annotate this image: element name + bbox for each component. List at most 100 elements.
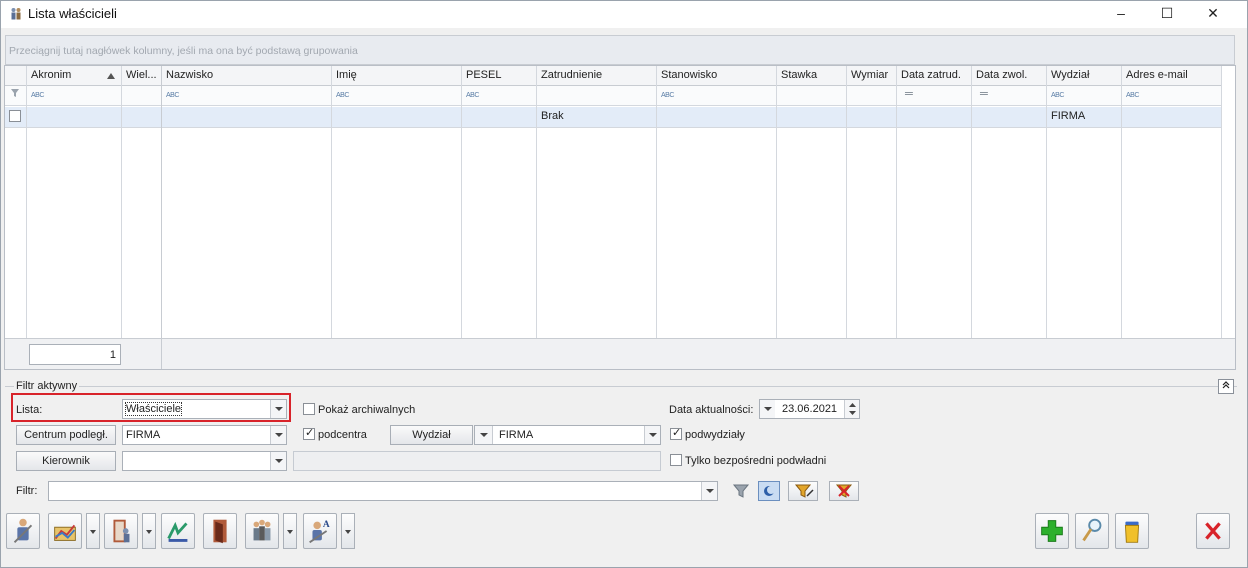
header-imie[interactable]: Imię [332,66,461,86]
tylko-bezposredni-checkbox[interactable]: Tylko bezpośredni podwładni [670,454,826,467]
header-nazwisko[interactable]: Nazwisko [162,66,331,86]
filtr-label: Filtr: [16,485,38,497]
chevron-down-icon[interactable] [270,426,286,444]
column-pesel: PESEL ABC [462,66,537,369]
filter-stawka[interactable] [777,86,846,106]
collapse-filter-button[interactable] [1218,379,1234,394]
header-adres-email[interactable]: Adres e-mail [1122,66,1221,86]
cell-imie[interactable] [332,107,461,128]
podcentra-checkbox[interactable]: podcentra [303,426,367,441]
text-filter-icon: ABC [336,92,349,99]
header-akronim[interactable]: Akronim [27,66,121,86]
filter-wymiar[interactable] [847,86,896,106]
record-count: 1 [29,344,121,365]
chevron-down-icon[interactable] [644,426,660,444]
group-hint: Przeciągnij tutaj nagłówek kolumny, jeśl… [9,45,358,57]
filter-remove-icon[interactable] [829,481,859,501]
door-exit-button[interactable] [104,513,138,549]
date-picker[interactable]: 23.06.2021 [759,399,860,419]
pokaz-archiwalnych-checkbox[interactable]: Pokaż archiwalnych [303,403,415,416]
cell-pesel[interactable] [462,107,536,128]
close-window-button[interactable]: ✕ [1190,1,1236,27]
date-spin-icon[interactable] [844,400,859,418]
filter-wand-icon[interactable] [788,481,818,501]
header-wymiar[interactable]: Wymiar [847,66,896,86]
cell-wymiar[interactable] [847,107,896,128]
row-checkbox-cell[interactable] [5,107,26,128]
row-checkbox[interactable] [9,110,21,122]
chevron-up-icon [1222,381,1230,389]
preview-button[interactable] [1075,513,1109,549]
checkbox-checked[interactable] [670,426,682,441]
centrum-combo[interactable]: FIRMA [122,425,287,445]
filter-pesel[interactable]: ABC [462,86,536,106]
door-button[interactable] [203,513,237,549]
clear-filter-icon[interactable] [758,481,780,501]
funnel-icon[interactable] [729,481,753,501]
filter-zatrudnienie[interactable] [537,86,656,106]
add-button[interactable] [1035,513,1069,549]
column-akronim: Akronim ABC [27,66,122,369]
cell-data-zatrud[interactable] [897,107,971,128]
chart-dropdown-icon[interactable] [86,513,100,549]
text-filter-icon: ABC [1051,92,1064,99]
checkbox[interactable] [303,403,315,416]
cell-zatrudnienie[interactable]: Brak [537,107,656,128]
header-stawka[interactable]: Stawka [777,66,846,86]
transfer-button[interactable] [161,513,195,549]
person-text-button[interactable]: A [303,513,337,549]
cell-nazwisko[interactable] [162,107,331,128]
filtr-input[interactable] [48,481,718,501]
person-edit-button[interactable] [6,513,40,549]
header-zatrudnienie[interactable]: Zatrudnienie [537,66,656,86]
group-dropdown-icon[interactable] [283,513,297,549]
chart-button[interactable] [48,513,82,549]
header-stanowisko[interactable]: Stanowisko [657,66,776,86]
filter-wydzial[interactable]: ABC [1047,86,1121,106]
chevron-down-icon[interactable] [701,482,717,500]
close-x-icon [1205,522,1221,540]
kierownik-combo[interactable] [122,451,287,471]
transfer-icon [167,521,188,542]
footer-divider [122,66,162,369]
chevron-down-icon[interactable] [270,452,286,470]
checkbox-checked[interactable] [303,426,315,441]
minimize-button[interactable]: – [1098,1,1144,27]
person-text-icon: A [309,520,330,544]
kierownik-name-field [293,451,661,471]
filter-data-zatrud[interactable]: ═ [897,86,971,106]
filter-imie[interactable]: ABC [332,86,461,106]
calendar-dropdown-icon[interactable] [760,400,775,418]
wydzial-button[interactable]: Wydział [390,425,473,445]
close-button[interactable] [1196,513,1230,549]
centrum-button[interactable]: Centrum podległ. [16,425,116,445]
owners-grid[interactable]: Akronim ABC Wiel... Nazwisko ABC Imię AB… [4,65,1236,370]
cell-stawka[interactable] [777,107,846,128]
filter-akronim[interactable]: ABC [27,86,121,106]
maximize-button[interactable]: ☐ [1144,1,1190,27]
group-button[interactable] [245,513,279,549]
filter-adres-email[interactable]: ABC [1122,86,1221,106]
delete-button[interactable] [1115,513,1149,549]
filter-nazwisko[interactable]: ABC [162,86,331,106]
person-text-dropdown-icon[interactable] [341,513,355,549]
filter-data-zwol[interactable]: ═ [972,86,1046,106]
header-pesel[interactable]: PESEL [462,66,536,86]
door-dropdown-icon[interactable] [142,513,156,549]
cell-data-zwol[interactable] [972,107,1046,128]
header-data-zatrud[interactable]: Data zatrud. [897,66,971,86]
podwydzialy-checkbox[interactable]: podwydziały [670,426,745,441]
highlight-box [11,393,291,422]
header-wydzial[interactable]: Wydział [1047,66,1121,86]
cell-wydzial[interactable]: FIRMA [1047,107,1121,128]
cell-adres-email[interactable] [1122,107,1221,128]
filter-stanowisko[interactable]: ABC [657,86,776,106]
cell-stanowisko[interactable] [657,107,776,128]
cell-akronim[interactable] [27,107,121,128]
group-by-area[interactable]: Przeciągnij tutaj nagłówek kolumny, jeśl… [5,35,1235,65]
kierownik-button[interactable]: Kierownik [16,451,116,471]
header-data-zwol[interactable]: Data zwol. [972,66,1046,86]
checkbox[interactable] [670,454,682,467]
wydzial-combo[interactable]: FIRMA [474,425,661,445]
wydzial-dropdown-icon[interactable] [475,426,493,444]
